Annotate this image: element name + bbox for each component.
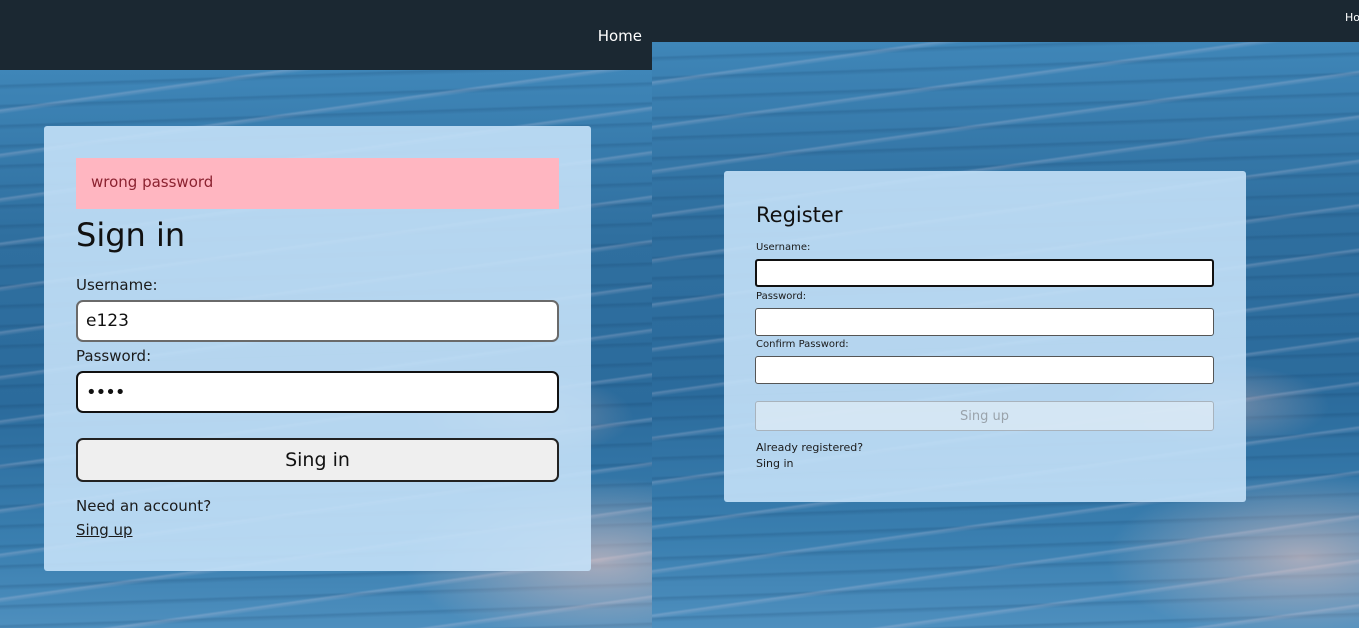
confirm-password-label: Confirm Password:	[756, 339, 849, 350]
register-title: Register	[756, 203, 843, 227]
error-alert: wrong password	[76, 158, 559, 209]
nav-home-link[interactable]: Home	[1345, 11, 1359, 24]
password-input[interactable]	[76, 371, 559, 413]
signup-button[interactable]: Sing up	[755, 401, 1214, 431]
password-label: Password:	[756, 291, 807, 302]
need-account-text: Need an account?	[76, 497, 212, 515]
username-input[interactable]	[76, 300, 559, 342]
signin-link[interactable]: Sing in	[756, 457, 794, 470]
confirm-password-input[interactable]	[755, 356, 1214, 384]
signin-card: wrong password Sign in Username: Passwor…	[44, 126, 591, 571]
error-message: wrong password	[91, 173, 214, 191]
signup-link[interactable]: Sing up	[76, 521, 133, 539]
navbar: Home	[652, 0, 1359, 42]
signin-page: Home wrong password Sign in Username: Pa…	[0, 0, 652, 628]
register-card: Register Username: Password: Confirm Pas…	[724, 171, 1246, 502]
signin-title: Sign in	[76, 216, 186, 254]
username-input[interactable]	[755, 259, 1214, 287]
password-input[interactable]	[755, 308, 1214, 336]
password-label: Password:	[76, 347, 152, 365]
nav-home-link[interactable]: Home	[598, 27, 642, 45]
register-page: Home Register Username: Password: Confir…	[652, 0, 1359, 628]
navbar: Home	[0, 0, 652, 70]
username-label: Username:	[756, 242, 811, 253]
username-label: Username:	[76, 276, 158, 294]
already-registered-text: Already registered?	[756, 441, 864, 454]
signin-button[interactable]: Sing in	[76, 438, 559, 482]
